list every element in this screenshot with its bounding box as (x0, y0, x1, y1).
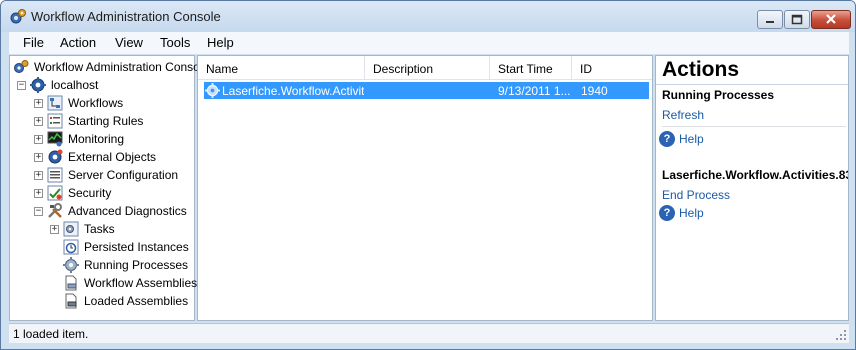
close-icon (826, 14, 836, 24)
end-process-link[interactable]: End Process (662, 188, 730, 202)
tree-label: Running Processes (84, 258, 189, 272)
assembly-document-icon (65, 293, 77, 309)
collapse-icon[interactable]: − (17, 81, 26, 90)
menu-bar: File Action View Tools Help (9, 32, 849, 54)
assembly-document-icon (65, 275, 77, 291)
tasks-icon (63, 221, 79, 237)
status-text: 1 loaded item. (13, 327, 89, 341)
actions-pane: Actions Running Processes Refresh ? Help… (655, 55, 849, 321)
tree-label: Loaded Assemblies (84, 294, 189, 308)
external-gear-icon (48, 149, 63, 164)
actions-section-heading: Laserfiche.Workflow.Activities.83 (662, 168, 849, 182)
security-icon (47, 185, 63, 201)
tree-label: Persisted Instances (84, 240, 189, 254)
menu-tools[interactable]: Tools (160, 35, 190, 50)
table-row[interactable]: Laserfiche.Workflow.Activiti... 9/13/201… (204, 82, 649, 99)
configuration-list-icon (47, 167, 63, 183)
cell-start-time: 9/13/2011 1... (498, 84, 571, 98)
expand-icon[interactable]: + (34, 153, 43, 162)
clock-icon (63, 239, 79, 255)
maximize-button[interactable] (784, 10, 810, 29)
help-label: Help (679, 132, 704, 146)
tree-root-label: Workflow Administration Console (34, 60, 210, 74)
divider (662, 126, 846, 127)
actions-section-heading: Running Processes (662, 88, 775, 102)
gear-icon (63, 257, 79, 273)
window-title: Workflow Administration Console (31, 9, 221, 24)
title-bar[interactable]: Workflow Administration Console (1, 1, 855, 32)
collapse-icon[interactable]: − (34, 207, 43, 216)
navigation-tree[interactable]: Workflow Administration Console − localh… (9, 55, 209, 321)
tree-server-label: localhost (51, 78, 99, 92)
tree-label: Workflow Assemblies (84, 276, 198, 290)
tree-label: Workflows (68, 96, 124, 110)
help-icon: ? (659, 205, 675, 221)
tools-icon (48, 203, 62, 218)
expand-icon[interactable]: + (34, 135, 43, 144)
refresh-link[interactable]: Refresh (662, 108, 704, 122)
menu-action[interactable]: Action (60, 35, 96, 50)
tree-label: Monitoring (68, 132, 125, 146)
expand-icon[interactable]: + (34, 99, 43, 108)
column-header-name[interactable]: Name (198, 56, 365, 80)
rules-list-icon (47, 113, 63, 129)
divider (656, 84, 848, 85)
console-window: Workflow Administration Console File Act… (0, 0, 856, 350)
expand-icon[interactable]: + (34, 189, 43, 198)
tree-label: External Objects (68, 150, 157, 164)
process-gear-icon (205, 83, 220, 98)
column-header-start-time[interactable]: Start Time (490, 56, 572, 80)
menu-view[interactable]: View (115, 35, 143, 50)
tree-label: Server Configuration (68, 168, 179, 182)
tree-label: Advanced Diagnostics (68, 204, 187, 218)
workflows-icon (47, 95, 63, 111)
help-icon: ? (659, 131, 675, 147)
help-label: Help (679, 206, 704, 220)
resize-grip-icon[interactable] (835, 329, 847, 341)
column-header-id[interactable]: ID (572, 56, 652, 80)
gears-app-icon (10, 9, 26, 24)
actions-title: Actions (662, 58, 740, 81)
column-header-description[interactable]: Description (365, 56, 490, 80)
server-gear-icon (30, 77, 46, 93)
menu-help[interactable]: Help (207, 35, 234, 50)
menu-file[interactable]: File (23, 35, 44, 50)
tree-label: Security (68, 186, 112, 200)
tree-label: Tasks (84, 222, 115, 236)
minimize-button[interactable] (757, 10, 783, 29)
close-button[interactable] (811, 10, 851, 29)
process-list[interactable]: Name Description Start Time ID Laserfich… (197, 55, 653, 321)
expand-icon[interactable]: + (34, 171, 43, 180)
expand-icon[interactable]: + (34, 117, 43, 126)
tree-label: Starting Rules (68, 114, 144, 128)
gears-icon (14, 60, 29, 73)
expand-icon[interactable]: + (50, 225, 59, 234)
monitor-chart-icon (47, 131, 63, 147)
maximize-icon (791, 14, 803, 25)
status-bar: 1 loaded item. (9, 323, 849, 343)
cell-id: 1940 (581, 84, 608, 98)
minimize-icon (766, 21, 774, 23)
cell-name: Laserfiche.Workflow.Activiti... (222, 84, 364, 98)
